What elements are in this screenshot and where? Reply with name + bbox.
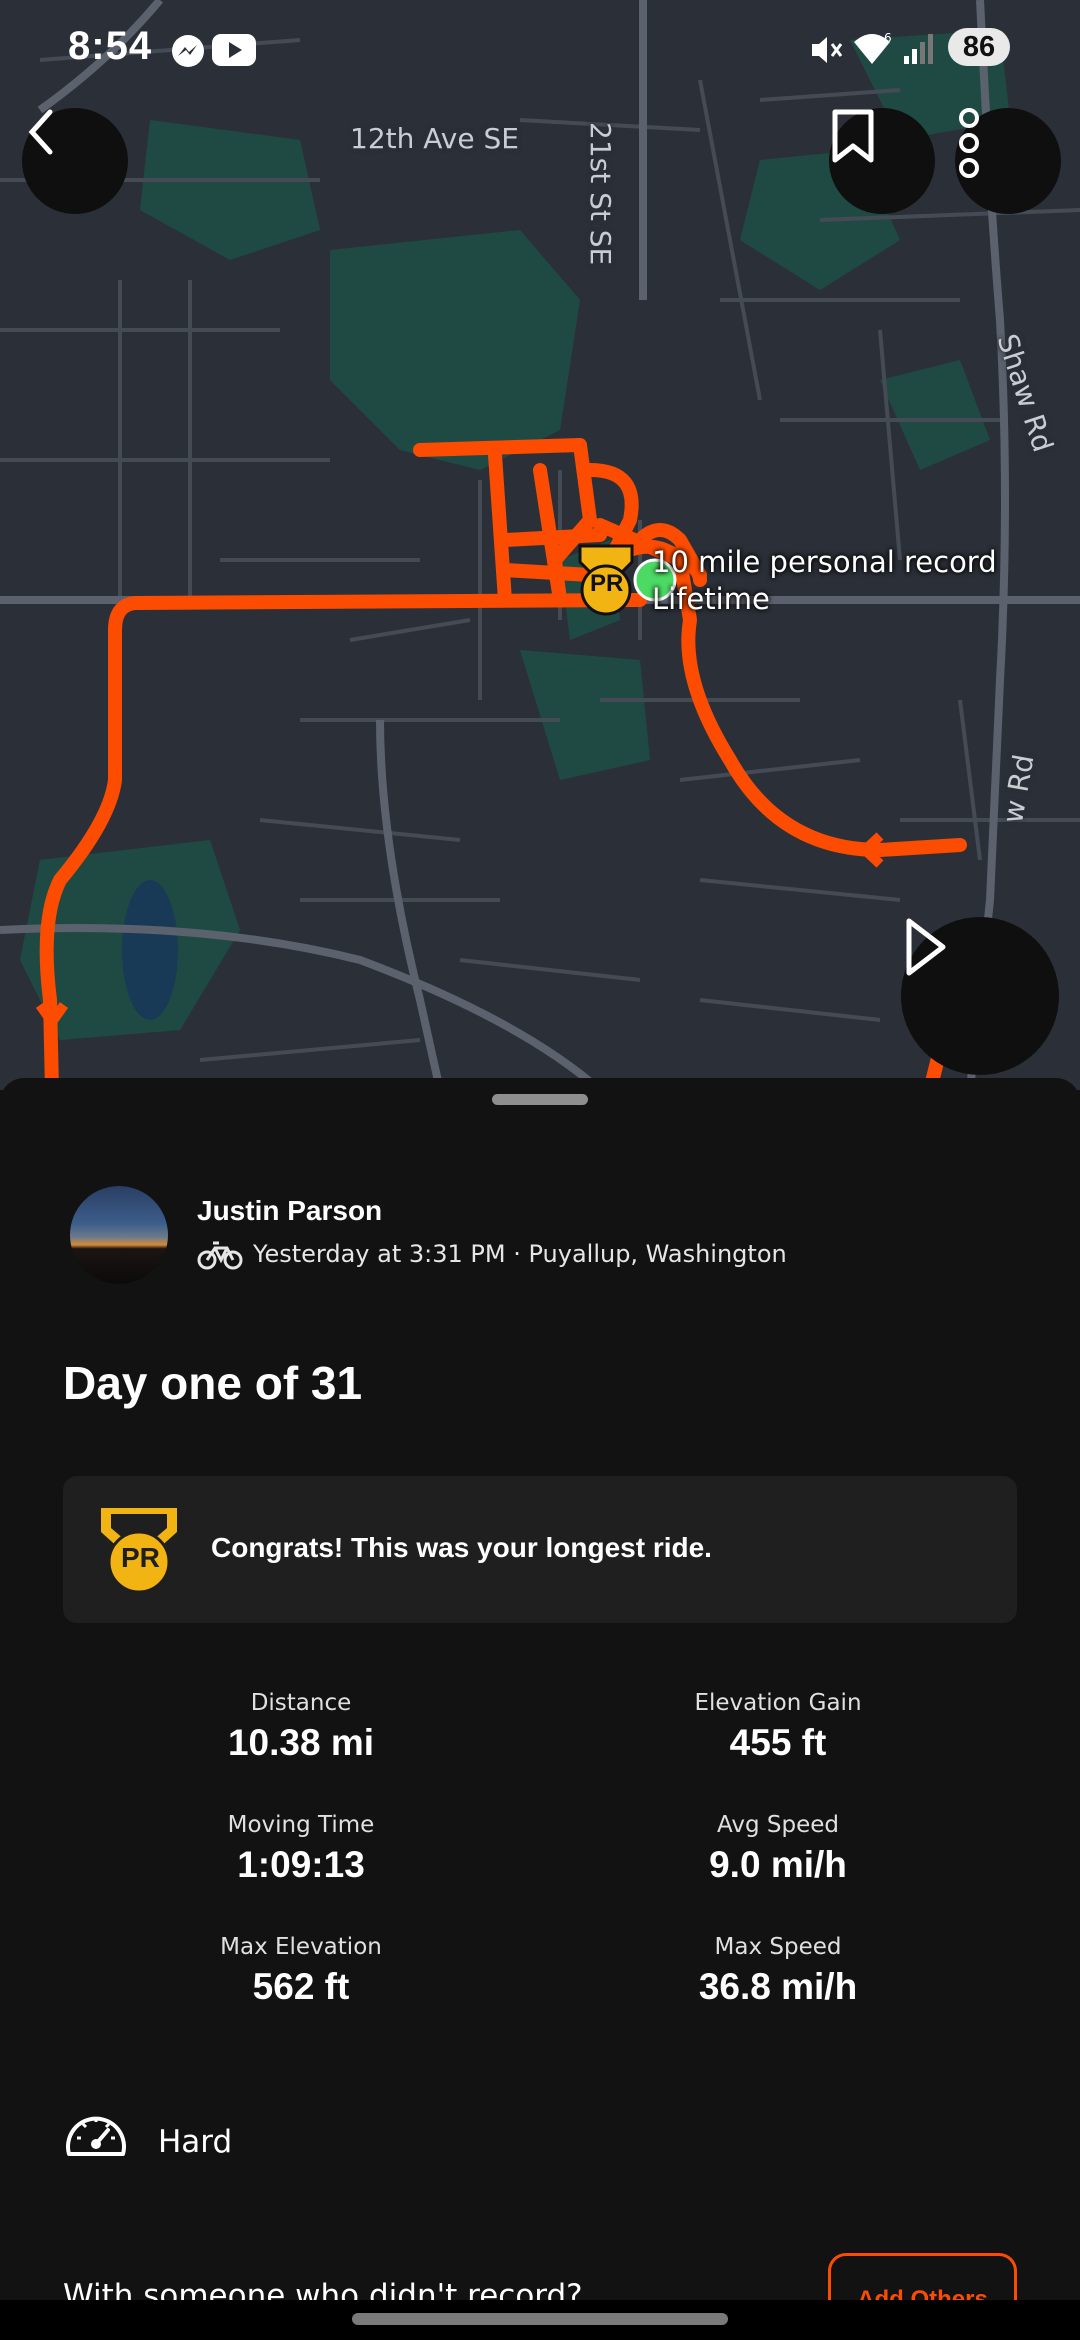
stat-max-elevation: Max Elevation 562 ft — [101, 1934, 501, 2008]
activity-date-location: Yesterday at 3:31 PM · Puyallup, Washing… — [253, 1240, 787, 1268]
stat-label: Elevation Gain — [694, 1690, 862, 1716]
back-button[interactable] — [22, 108, 128, 214]
street-label-21st-st: 21st St SE — [584, 122, 617, 266]
pr-callout[interactable]: 10 mile personal record Lifetime — [652, 544, 997, 618]
activity-title: Day one of 31 — [63, 1357, 363, 1409]
stat-value: 10.38 mi — [227, 1722, 375, 1763]
svg-text:6: 6 — [884, 31, 892, 45]
stat-value: 562 ft — [252, 1966, 350, 2007]
stat-max-speed: Max Speed 36.8 mi/h — [578, 1934, 978, 2008]
wifi-6-icon: 6 — [854, 31, 892, 64]
bike-icon — [197, 1241, 243, 1270]
street-label-12th-ave: 12th Ave SE — [350, 122, 519, 155]
more-vertical-icon — [959, 108, 979, 178]
status-time: 8:54 — [68, 24, 153, 68]
map-pr-badge-label: PR — [590, 570, 624, 597]
stat-label: Max Elevation — [220, 1934, 382, 1960]
stat-moving-time: Moving Time 1:09:13 — [101, 1812, 501, 1886]
speedometer-icon — [66, 2116, 126, 2156]
stat-label: Distance — [250, 1690, 352, 1716]
avatar[interactable] — [70, 1186, 168, 1284]
battery-indicator: 86 — [948, 28, 1010, 66]
activity-meta: Yesterday at 3:31 PM · Puyallup, Washing… — [197, 1238, 787, 1270]
stat-value: 36.8 mi/h — [698, 1966, 858, 2007]
home-indicator[interactable] — [352, 2313, 728, 2325]
stat-label: Max Speed — [714, 1934, 842, 1960]
route-map[interactable]: 12th Ave SE 21st St SE Shaw Rd w Rd PR 1… — [0, 0, 1080, 1090]
perceived-effort-label[interactable]: Hard — [158, 2124, 232, 2160]
messenger-icon — [172, 35, 204, 67]
sheet-grabber[interactable] — [492, 1094, 588, 1105]
pr-callout-title: 10 mile personal record — [652, 545, 997, 579]
signal-icon — [904, 34, 933, 64]
stat-label: Moving Time — [227, 1812, 375, 1838]
stat-avg-speed: Avg Speed 9.0 mi/h — [578, 1812, 978, 1886]
stat-value: 1:09:13 — [237, 1844, 365, 1885]
bookmark-icon — [832, 109, 874, 163]
pr-card[interactable]: PR Congrats! This was your longest ride. — [63, 1476, 1017, 1623]
play-flyover-button[interactable] — [901, 917, 1059, 1075]
stat-distance: Distance 10.38 mi — [101, 1690, 501, 1764]
status-bar: 8:54 6 86 — [0, 0, 1080, 96]
bookmark-button[interactable] — [829, 108, 935, 214]
mute-icon — [812, 37, 843, 63]
athlete-name[interactable]: Justin Parson — [197, 1195, 382, 1227]
more-options-button[interactable] — [955, 108, 1061, 214]
stat-label: Avg Speed — [716, 1812, 839, 1838]
stat-elevation-gain: Elevation Gain 455 ft — [578, 1690, 978, 1764]
back-icon — [28, 109, 53, 155]
play-icon — [906, 918, 946, 976]
pr-medal-label: PR — [121, 1542, 160, 1573]
pr-message: Congrats! This was your longest ride. — [211, 1532, 712, 1563]
stat-value: 455 ft — [729, 1722, 827, 1763]
pr-callout-subtitle: Lifetime — [652, 582, 770, 616]
stat-value: 9.0 mi/h — [709, 1844, 847, 1885]
youtube-icon — [212, 34, 256, 66]
pond — [122, 880, 178, 1020]
